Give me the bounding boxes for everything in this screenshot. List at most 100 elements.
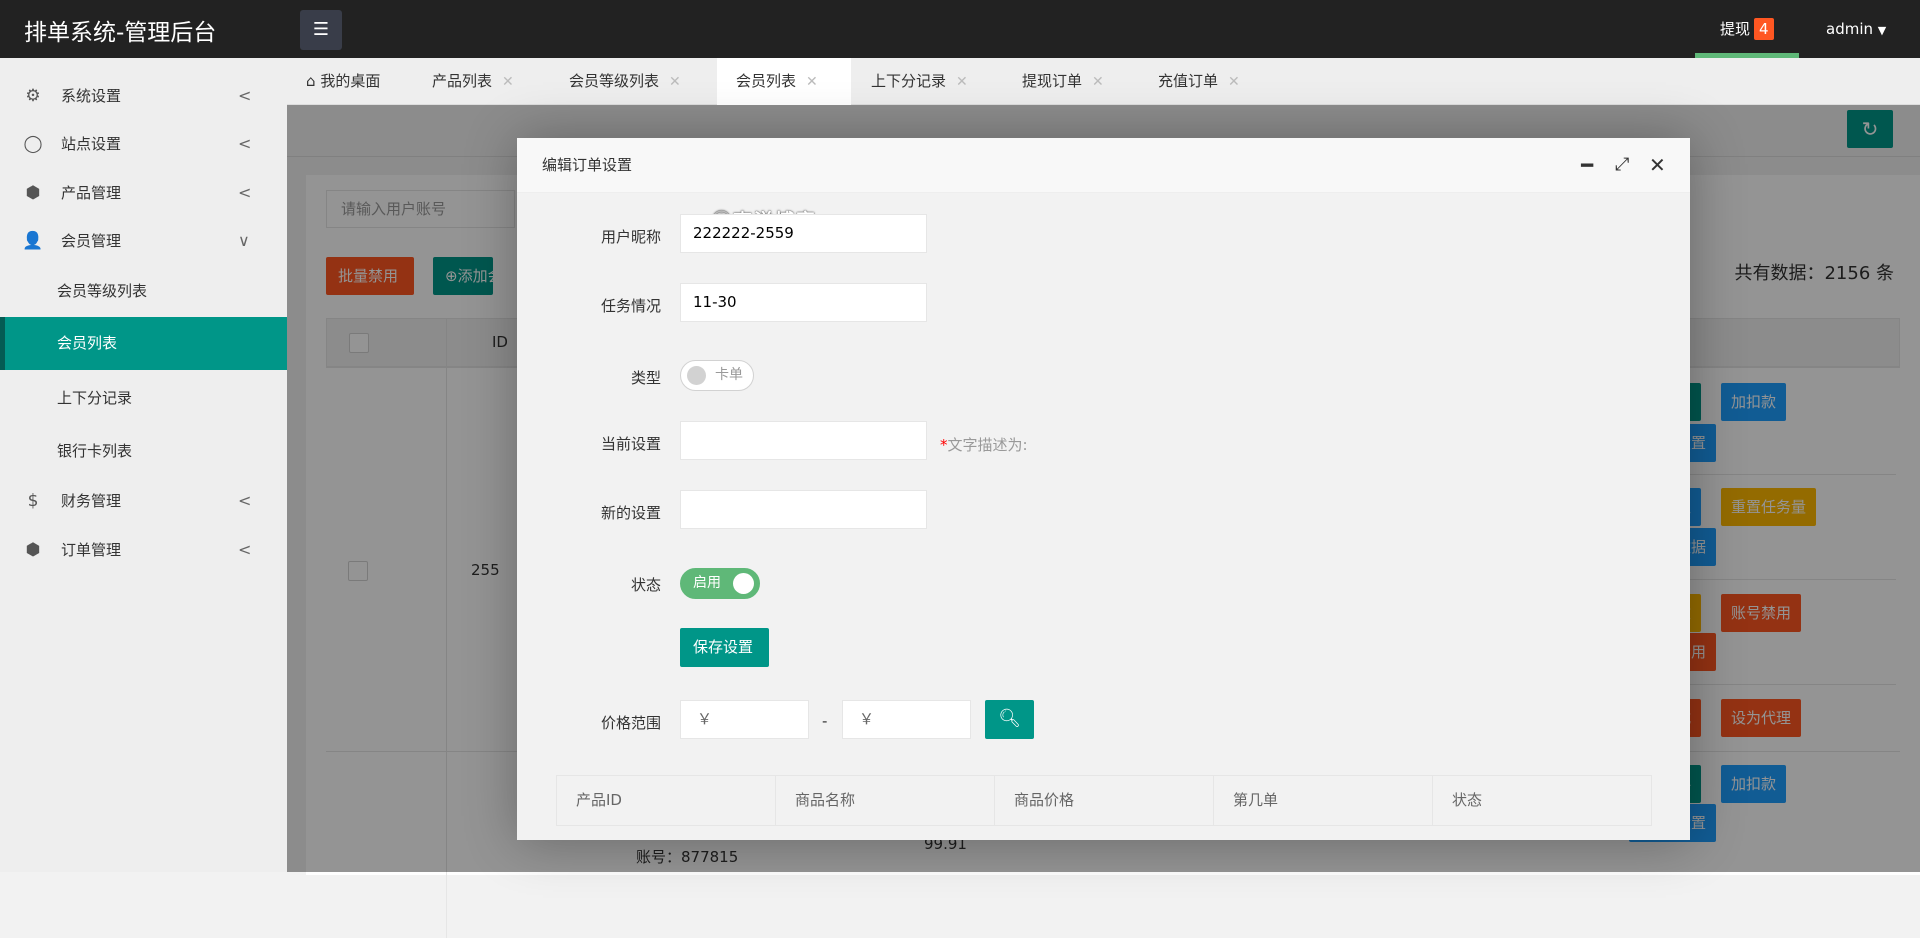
tab-label: 会员等级列表 (569, 72, 660, 90)
switch-knob (687, 366, 706, 385)
switch-label: 卡单 (715, 367, 743, 383)
task-input[interactable]: 11-30 (680, 283, 927, 322)
chevron-left-icon: < (238, 134, 252, 153)
sidebar-item-label: 站点设置 (61, 135, 122, 153)
sidebar-item-finance[interactable]: $ 财务管理 < (0, 475, 287, 527)
top-header: 排单系统-管理后台 ☰ 提现 4 admin ▼ (0, 0, 1920, 58)
sidebar-item-label: 财务管理 (61, 492, 122, 510)
product-table: 产品ID 商品名称 商品价格 第几单 状态 (556, 775, 1652, 826)
chevron-down-icon: ∨ (238, 231, 250, 250)
sidebar-item-orders[interactable]: ⬢ 订单管理 < (0, 524, 287, 576)
current-setting-input[interactable] (680, 421, 927, 460)
tab-recharge-orders[interactable]: 充值订单 ✕ (1158, 58, 1240, 105)
column-product-id: 产品ID (557, 776, 776, 825)
app-title: 排单系统-管理后台 (24, 20, 217, 46)
network-icon: ◯ (23, 134, 43, 154)
close-icon[interactable]: ✕ (1649, 152, 1666, 178)
column-product-name: 商品名称 (776, 776, 995, 825)
tab-member-list[interactable]: 会员列表 ✕ (717, 58, 851, 105)
dialog-header: 编辑订单设置 ━ ⤢ ✕ (517, 138, 1690, 193)
tab-label: 提现订单 (1022, 72, 1083, 90)
sidebar-item-member-levels[interactable]: 会员等级列表 (0, 265, 287, 317)
close-icon[interactable]: ✕ (669, 74, 681, 90)
current-setting-hint: *文字描述为: (940, 436, 1028, 454)
new-setting-label: 新的设置 (600, 504, 661, 522)
sidebar-item-label: 会员列表 (57, 334, 118, 352)
status-switch[interactable]: 启用 (680, 568, 760, 599)
sidebar-item-label: 上下分记录 (57, 389, 133, 407)
sidebar-item-label: 会员等级列表 (57, 282, 148, 300)
sidebar-item-site-settings[interactable]: ◯ 站点设置 < (0, 118, 287, 170)
price-range-label: 价格范围 (600, 714, 661, 732)
sidebar: ⚙ 系统设置 < ◯ 站点设置 < ⬢ 产品管理 < 👤 会员管理 ∨ 会员等级列表 会员列表 … (0, 58, 287, 872)
chevron-left-icon: < (238, 491, 252, 510)
new-setting-input[interactable] (680, 490, 927, 529)
sidebar-item-label: 系统设置 (61, 87, 122, 105)
sidebar-item-score-records[interactable]: 上下分记录 (0, 372, 287, 424)
search-button[interactable]: 🔍︎ (985, 700, 1034, 739)
tab-label: 充值订单 (1158, 72, 1219, 90)
sidebar-item-label: 会员管理 (61, 232, 122, 250)
price-max-input[interactable]: ￥ (842, 700, 971, 739)
tab-label: 产品列表 (432, 72, 493, 90)
column-product-price: 商品价格 (995, 776, 1214, 825)
sidebar-item-bank-cards[interactable]: 银行卡列表 (0, 425, 287, 477)
nickname-input[interactable]: 222222-2559 (680, 214, 927, 253)
column-status: 状态 (1452, 791, 1483, 809)
sidebar-item-label: 订单管理 (61, 541, 122, 559)
chevron-left-icon: < (238, 183, 252, 202)
hint-text: 文字描述为: (947, 436, 1028, 454)
price-min-input[interactable]: ￥ (680, 700, 809, 739)
search-icon: 🔍︎ (998, 708, 1021, 729)
current-setting-label: 当前设置 (600, 435, 661, 453)
sidebar-item-member-management[interactable]: 👤 会员管理 ∨ (0, 215, 287, 267)
type-switch[interactable]: 卡单 (680, 360, 754, 391)
tab-label: 我的桌面 (320, 72, 381, 90)
sidebar-item-product-management[interactable]: ⬢ 产品管理 < (0, 167, 287, 219)
minimize-icon[interactable]: ━ (1581, 152, 1593, 178)
username: admin (1826, 20, 1873, 38)
dialog-title: 编辑订单设置 (542, 156, 633, 174)
switch-knob (733, 573, 754, 594)
tab-score-records[interactable]: 上下分记录 ✕ (871, 58, 968, 105)
tab-bar: ⌂ 我的桌面 产品列表 ✕ 会员等级列表 ✕ 会员列表 ✕ 上下分记录 ✕ 提现订单 ✕ … (287, 58, 1920, 105)
tab-product-list[interactable]: 产品列表 ✕ (432, 58, 514, 105)
menu-toggle-button[interactable]: ☰ (300, 10, 342, 50)
home-icon: ⌂ (306, 72, 316, 90)
close-icon[interactable]: ✕ (806, 74, 818, 90)
switch-label: 启用 (693, 575, 721, 591)
chevron-left-icon: < (238, 86, 252, 105)
close-icon[interactable]: ✕ (502, 74, 514, 90)
caret-down-icon: ▼ (1877, 24, 1887, 37)
status-label: 状态 (630, 576, 661, 594)
tab-member-levels[interactable]: 会员等级列表 ✕ (569, 58, 681, 105)
withdraw-nav[interactable]: 提现 4 (1695, 0, 1799, 58)
close-icon[interactable]: ✕ (1092, 74, 1104, 90)
close-icon[interactable]: ✕ (956, 74, 968, 90)
save-settings-button[interactable]: 保存设置 (680, 628, 769, 667)
range-dash: - (822, 712, 828, 730)
type-label: 类型 (630, 369, 661, 387)
close-icon[interactable]: ✕ (1228, 74, 1240, 90)
list-icon: ☰ (312, 19, 330, 40)
maximize-icon[interactable]: ⤢ (1615, 152, 1629, 178)
edit-order-settings-dialog: 编辑订单设置 ━ ⤢ ✕ Ⓐ李洋博客 用户昵称 222222-2559 任务情况… (517, 138, 1690, 840)
tab-withdraw-orders[interactable]: 提现订单 ✕ (1022, 58, 1104, 105)
dollar-icon: $ (27, 491, 39, 511)
tab-label: 会员列表 (736, 72, 797, 90)
sidebar-item-member-list[interactable]: 会员列表 (0, 317, 287, 370)
user-menu[interactable]: admin ▼ (1826, 0, 1886, 60)
chevron-left-icon: < (238, 540, 252, 559)
nickname-label: 用户昵称 (600, 228, 661, 246)
tab-label: 上下分记录 (871, 72, 947, 90)
box-icon: ⬢ (25, 183, 41, 203)
column-order-index: 第几单 (1214, 776, 1433, 825)
user-icon: 👤 (22, 231, 44, 251)
sidebar-item-system-settings[interactable]: ⚙ 系统设置 < (0, 70, 287, 122)
tab-desktop[interactable]: ⌂ 我的桌面 (306, 58, 380, 105)
gear-icon: ⚙ (25, 86, 41, 106)
withdraw-label: 提现 (1720, 20, 1751, 38)
withdraw-badge: 4 (1754, 18, 1774, 40)
task-label: 任务情况 (600, 297, 661, 315)
sidebar-item-label: 产品管理 (61, 184, 122, 202)
